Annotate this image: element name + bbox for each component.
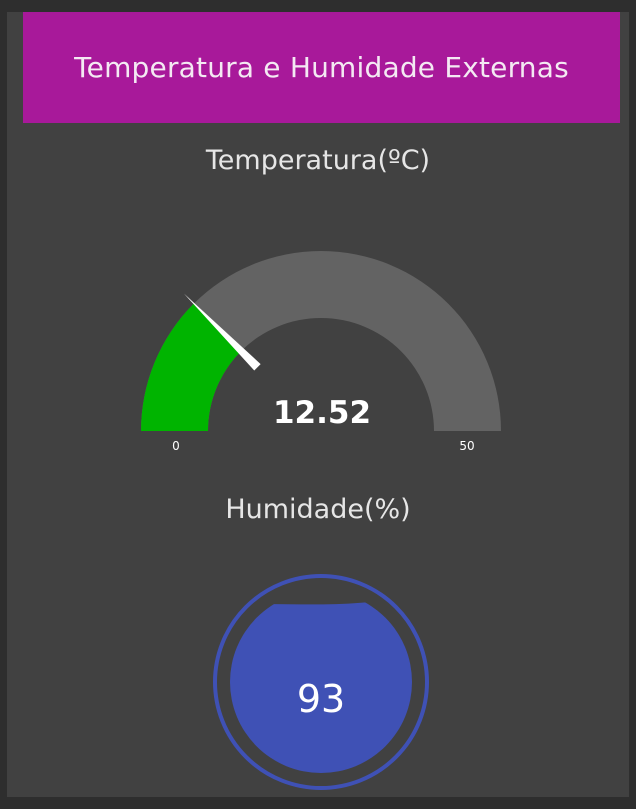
- dashboard-panel: Temperatura e Humidade Externas Temperat…: [7, 12, 629, 797]
- humidity-value: 93: [296, 677, 346, 721]
